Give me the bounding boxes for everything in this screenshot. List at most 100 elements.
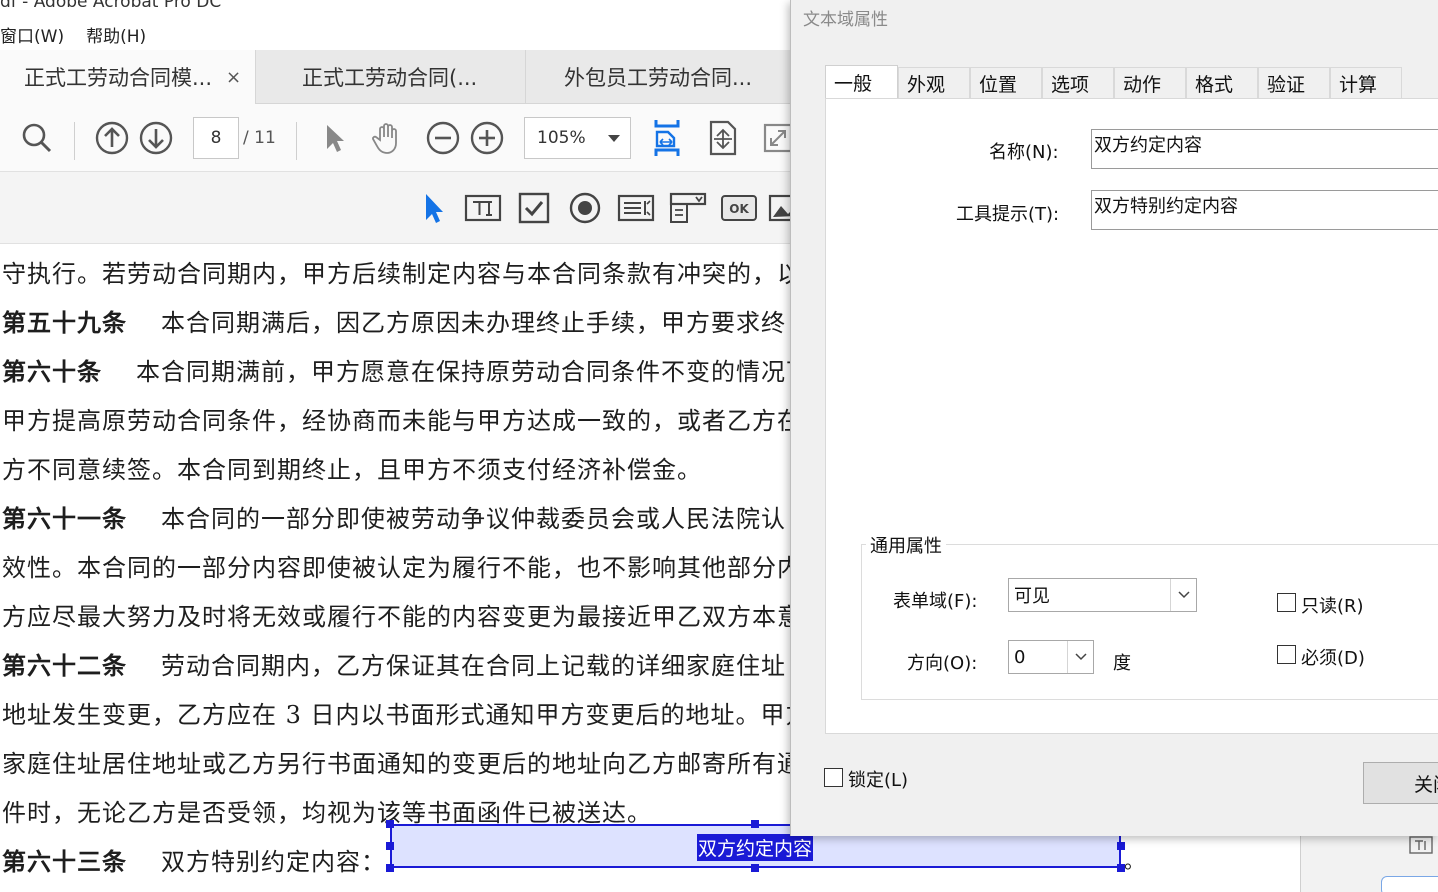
panel-button[interactable] (1381, 876, 1438, 892)
document-line: 地址发生变更，乙方应在 3 日内以书面形式通知甲方变更后的地址。甲方 (2, 695, 811, 730)
article-text: 甲方提高原劳动合同条件，经协商而未能与甲方达成一致的，或者乙方在 (2, 407, 802, 435)
toolbar-separator (296, 122, 297, 160)
text-field-tool-icon[interactable] (462, 172, 504, 244)
tooltip-label: 工具提示(T): (956, 204, 1060, 225)
page-number-input[interactable]: 8 (193, 117, 239, 159)
previous-page-icon[interactable] (93, 104, 131, 172)
list-box-tool-icon[interactable] (614, 172, 658, 244)
required-checkbox[interactable] (1277, 645, 1296, 664)
tab-calculate[interactable]: 计算 (1330, 67, 1402, 99)
doc-tab-3[interactable]: 外包员工劳动合同... (526, 50, 790, 104)
orientation-label: 方向(O): (907, 653, 978, 674)
tab-options[interactable]: 选项 (1042, 67, 1114, 99)
document-punctuation: 。 (1124, 849, 1144, 873)
dialog-title: 文本域属性 (803, 10, 888, 30)
search-icon[interactable] (18, 104, 56, 172)
doc-tab-label: 正式工劳动合同(... (302, 66, 478, 90)
article-text: 件时，无论乙方是否受领，均视为该等书面函件已被送达。 (2, 799, 652, 827)
zoom-in-icon[interactable] (468, 104, 506, 172)
document-line: 第六十三条 双方特别约定内容： (2, 842, 386, 877)
button-tool-icon[interactable]: OK (718, 172, 760, 244)
chevron-down-icon (608, 135, 620, 142)
tab-actions[interactable]: 动作 (1114, 67, 1186, 99)
article-text: 劳动合同期内，乙方保证其在合同上记载的详细家庭住址 (161, 652, 786, 680)
select-cursor-icon[interactable] (318, 104, 350, 172)
document-line: 第六十条 本合同期满前，甲方愿意在保持原劳动合同条件不变的情况下 (2, 352, 811, 387)
document-line: 家庭住址居住地址或乙方另行书面通知的变更后的地址向乙方邮寄所有通 (2, 744, 802, 779)
toolbar-separator (74, 122, 75, 160)
menu-window[interactable]: 窗口(W) (0, 22, 64, 48)
locked-label: 锁定(L) (848, 770, 909, 791)
page-total: / 11 (243, 128, 276, 148)
article-text: 家庭住址居住地址或乙方另行书面通知的变更后的地址向乙方邮寄所有通 (2, 750, 802, 778)
orientation-select[interactable]: 0 (1008, 640, 1094, 674)
orientation-unit: 度 (1113, 653, 1131, 674)
article-heading: 第六十二条 (2, 651, 127, 680)
document-line: 件时，无论乙方是否受领，均视为该等书面函件已被送达。 (2, 793, 652, 828)
resize-handle[interactable] (386, 864, 394, 872)
document-line: 第六十一条 本合同的一部分即使被劳动争议仲裁委员会或人民法院认 (2, 499, 786, 534)
fit-width-icon[interactable] (646, 104, 688, 172)
hand-tool-icon[interactable] (366, 104, 410, 172)
fit-page-icon[interactable] (702, 104, 744, 172)
document-line: 方应尽最大努力及时将无效或履行不能的内容变更为最接近甲乙双方本意 (2, 597, 802, 632)
article-text: 效性。本合同的一部分内容即使被认定为履行不能，也不影响其他部分内 (2, 554, 802, 582)
main-toolbar (0, 104, 793, 172)
close-tab-icon[interactable]: × (226, 67, 241, 88)
article-heading: 第五十九条 (2, 308, 127, 337)
text-field-tool-icon[interactable] (1409, 836, 1433, 854)
document-line: 方不同意续签。本合同到期终止，且甲方不须支付经济补偿金。 (2, 450, 702, 485)
chevron-down-icon (1170, 579, 1196, 611)
common-properties-title: 通用属性 (866, 532, 946, 558)
close-button[interactable]: 关闭 (1363, 762, 1438, 804)
doc-tab-label: 正式工劳动合同模... (24, 66, 213, 90)
menu-bar: 窗口(W) 帮助(H) (0, 22, 168, 48)
zoom-select[interactable]: 105% (524, 117, 631, 159)
tab-position[interactable]: 位置 (970, 67, 1042, 99)
checkbox-tool-icon[interactable] (514, 172, 554, 244)
form-field-value: 双方约定内容 (697, 834, 814, 861)
document-line: 守执行。若劳动合同期内，甲方后续制定内容与本合同条款有冲突的，以 (2, 254, 802, 289)
tab-format[interactable]: 格式 (1186, 67, 1258, 99)
name-label: 名称(N): (989, 142, 1059, 163)
readonly-checkbox[interactable] (1277, 593, 1296, 612)
locked-checkbox[interactable] (824, 768, 843, 787)
tab-validate[interactable]: 验证 (1258, 67, 1330, 99)
menu-help[interactable]: 帮助(H) (86, 22, 146, 48)
text-field-properties-dialog: 文本域属性 一般 外观 位置 选项 动作 格式 验证 计算 名称(N): 双方约… (790, 0, 1438, 836)
doc-tab-2[interactable]: 正式工劳动合同(... (256, 50, 526, 104)
document-line: 第六十二条 劳动合同期内，乙方保证其在合同上记载的详细家庭住址 (2, 646, 786, 681)
next-page-icon[interactable] (137, 104, 175, 172)
app-title: df - Adobe Acrobat Pro DC (0, 0, 222, 12)
doc-tab-1[interactable]: 正式工劳动合同模... × (0, 50, 256, 104)
resize-handle[interactable] (751, 820, 759, 828)
right-side-panel (1300, 836, 1438, 892)
article-text: 地址发生变更，乙方应在 3 日内以书面形式通知甲方变更后的地址。甲方 (2, 701, 811, 729)
tab-appearance[interactable]: 外观 (898, 67, 970, 99)
name-field[interactable]: 双方约定内容 (1091, 129, 1438, 169)
tab-general[interactable]: 一般 (825, 65, 898, 99)
chevron-down-icon (1067, 641, 1093, 673)
dropdown-tool-icon[interactable] (666, 172, 710, 244)
required-label: 必须(D) (1301, 648, 1365, 669)
article-text: 守执行。若劳动合同期内，甲方后续制定内容与本合同条款有冲突的，以 (2, 260, 802, 288)
article-heading: 第六十条 (2, 357, 102, 386)
form-tools-bar: OK (0, 172, 798, 244)
orientation-value: 0 (1014, 646, 1026, 668)
resize-handle[interactable] (386, 842, 394, 850)
article-heading: 第六十一条 (2, 504, 127, 533)
tooltip-field[interactable]: 双方特别约定内容 (1091, 190, 1438, 230)
zoom-out-icon[interactable] (424, 104, 462, 172)
radio-button-tool-icon[interactable] (565, 172, 605, 244)
svg-text:OK: OK (729, 202, 749, 216)
resize-handle[interactable] (751, 864, 759, 872)
pointer-tool-icon[interactable] (418, 172, 448, 244)
article-text: 本合同期满前，甲方愿意在保持原劳动合同条件不变的情况下 (136, 358, 811, 386)
article-text: 本合同的一部分即使被劳动争议仲裁委员会或人民法院认 (161, 505, 786, 533)
document-line: 甲方提高原劳动合同条件，经协商而未能与甲方达成一致的，或者乙方在 (2, 401, 802, 436)
form-field-visibility-select[interactable]: 可见 (1008, 578, 1197, 612)
doc-tab-label: 外包员工劳动合同... (564, 66, 753, 90)
article-heading: 第六十三条 (2, 847, 127, 876)
resize-handle[interactable] (386, 820, 394, 828)
zoom-value: 105% (537, 128, 586, 148)
